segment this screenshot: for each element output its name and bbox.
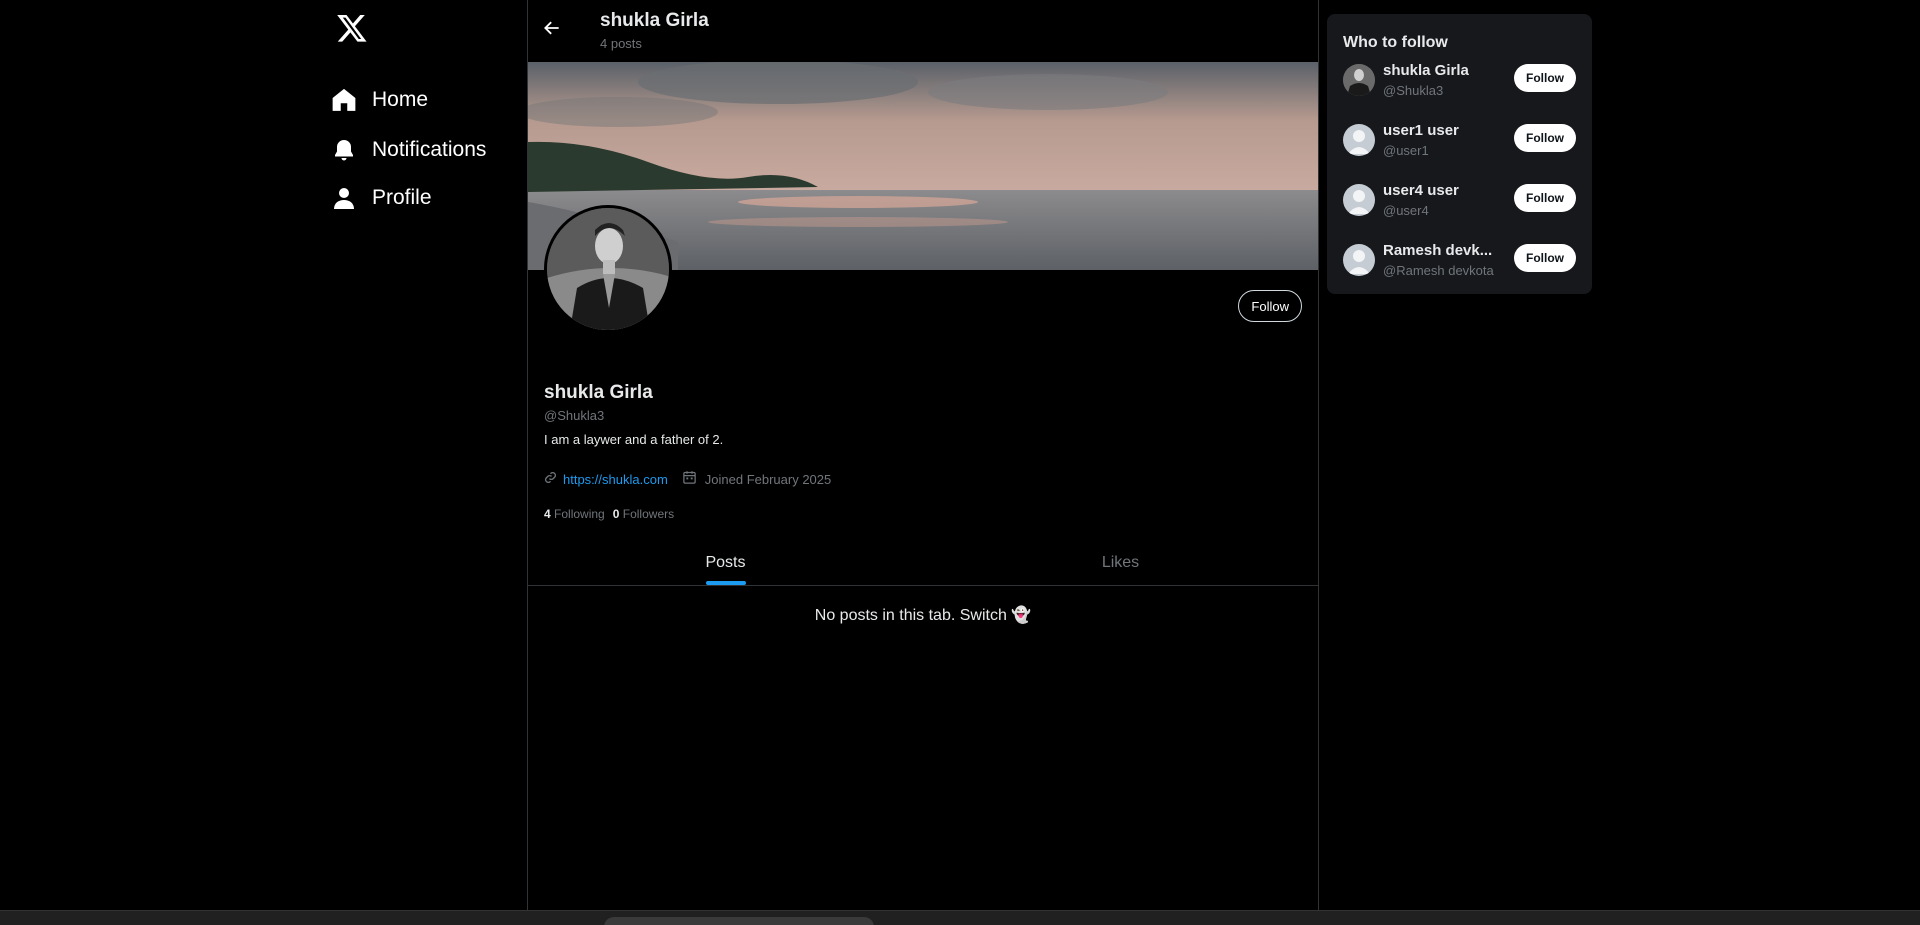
profile-meta: https://shukla.com Joined February 2025 (544, 470, 831, 488)
followers-label: Followers (622, 507, 675, 521)
suggested-user-name: user1 user (1383, 122, 1459, 139)
who-to-follow-panel: Who to follow shukla Girla @Shukla3 Foll… (1327, 14, 1592, 294)
x-logo-icon[interactable] (336, 12, 370, 46)
profile-header-bar: shukla Girla 4 posts (528, 0, 1318, 62)
tab-posts[interactable]: Posts (528, 548, 923, 585)
suggested-user-row[interactable]: user1 user @user1 Follow (1343, 118, 1576, 162)
link-icon (544, 471, 557, 487)
suggested-user-name: user4 user (1383, 182, 1459, 199)
profile-website-link[interactable]: https://shukla.com (563, 472, 668, 487)
suggested-user-info: user4 user @user4 (1383, 182, 1513, 218)
followers-count: 0 (612, 507, 620, 521)
left-sidebar: Home Notifications Profile (318, 0, 528, 910)
follow-button[interactable]: Follow (1514, 184, 1576, 212)
empty-state-message: No posts in this tab. Switch 👻 (814, 607, 1032, 624)
follow-button[interactable]: Follow (1514, 244, 1576, 272)
profile-joined: Joined February 2025 (682, 470, 831, 488)
profile-tabs: Posts Likes (528, 548, 1318, 586)
app-page: Home Notifications Profile shukla Girla … (0, 0, 1920, 925)
profile-handle: @Shukla3 (544, 408, 605, 423)
default-avatar-icon (1343, 244, 1375, 276)
nav-home-label: Home (372, 88, 429, 111)
suggested-user-name: shukla Girla (1383, 62, 1469, 79)
nav-profile[interactable]: Profile (330, 184, 432, 212)
follow-button[interactable]: Follow (1514, 64, 1576, 92)
suggested-user-row[interactable]: user4 user @user4 Follow (1343, 178, 1576, 222)
header-profile-name: shukla Girla (600, 10, 709, 31)
taskbar-search-box[interactable] (604, 917, 874, 925)
suggested-user-info: shukla Girla @Shukla3 (1383, 62, 1513, 98)
nav-notifications[interactable]: Notifications (330, 136, 486, 164)
default-avatar-icon (1343, 124, 1375, 156)
suggested-user-handle: @Ramesh devkota (1383, 263, 1494, 278)
active-tab-indicator (705, 581, 746, 585)
nav-home[interactable]: Home (330, 86, 428, 114)
following-count: 4 (544, 507, 551, 521)
tab-likes-label: Likes (1101, 554, 1140, 571)
profile-avatar[interactable] (544, 205, 672, 333)
suggested-user-name: Ramesh devk... (1383, 242, 1493, 259)
back-arrow-icon[interactable] (542, 18, 566, 42)
profile-name: shukla Girla (544, 382, 653, 403)
following-label: Following (554, 507, 605, 521)
bell-icon (330, 136, 358, 164)
nav-profile-label: Profile (372, 186, 432, 209)
follow-button[interactable]: Follow (1514, 124, 1576, 152)
suggested-user-row[interactable]: Ramesh devk... @Ramesh devkota Follow (1343, 238, 1576, 282)
os-taskbar (0, 910, 1920, 925)
nav-notifications-label: Notifications (372, 138, 487, 161)
home-icon (330, 86, 358, 114)
suggested-user-row[interactable]: shukla Girla @Shukla3 Follow (1343, 58, 1576, 102)
profile-bio: I am a laywer and a father of 2. (544, 432, 724, 447)
suggested-user-info: user1 user @user1 (1383, 122, 1513, 158)
followers-stat[interactable]: 0 Followers (613, 507, 674, 521)
header-posts-count: 4 posts (600, 36, 642, 51)
calendar-icon (682, 470, 697, 488)
tab-posts-label: Posts (705, 554, 746, 571)
profile-follow-button[interactable]: Follow (1238, 290, 1302, 322)
suggested-user-info: Ramesh devk... @Ramesh devkota (1383, 242, 1513, 278)
profile-stats: 4 Following 0 Followers (544, 507, 674, 521)
profile-joined-text: Joined February 2025 (704, 471, 832, 487)
tab-likes[interactable]: Likes (923, 548, 1318, 585)
suggested-user-handle: @user1 (1383, 143, 1429, 158)
user-icon (330, 184, 358, 212)
who-to-follow-title: Who to follow (1343, 34, 1448, 51)
profile-column: shukla Girla 4 posts Follow shukla Girla… (527, 0, 1319, 910)
suggested-user-avatar (1343, 64, 1375, 96)
default-avatar-icon (1343, 184, 1375, 216)
suggested-user-handle: @user4 (1383, 203, 1429, 218)
suggested-user-handle: @Shukla3 (1383, 83, 1444, 98)
following-stat[interactable]: 4 Following (544, 507, 605, 521)
